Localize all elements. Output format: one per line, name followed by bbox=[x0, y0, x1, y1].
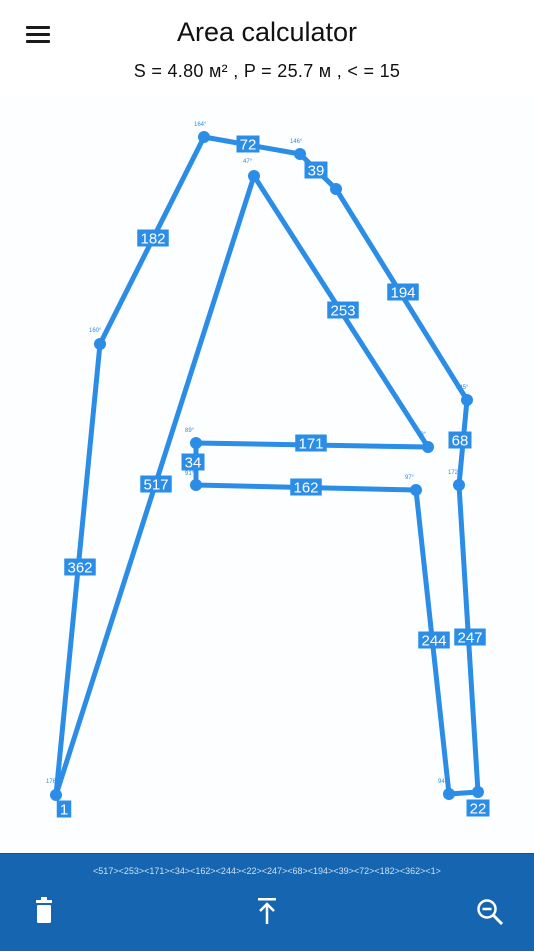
segment-length-text: 39 bbox=[308, 163, 325, 180]
angle-label: 164° bbox=[194, 122, 207, 128]
upload-icon[interactable] bbox=[249, 894, 285, 930]
angle-label: 94° bbox=[438, 779, 448, 785]
segment-length-label: 182 bbox=[137, 229, 169, 248]
angle-label: 89° bbox=[185, 428, 195, 434]
segment-length-text: 247 bbox=[457, 630, 482, 647]
zoom-out-icon[interactable] bbox=[472, 894, 508, 930]
segment-length-text: 22 bbox=[470, 801, 487, 818]
vertex-handle[interactable] bbox=[190, 479, 202, 491]
angle-label: 146° bbox=[290, 139, 303, 145]
segment-length-label: 34 bbox=[181, 453, 205, 472]
angle-label: 91° bbox=[185, 471, 195, 477]
segment-length-label: 39 bbox=[304, 161, 328, 180]
angle-label: 172° bbox=[448, 470, 461, 476]
trash-icon[interactable] bbox=[26, 894, 62, 930]
segment-length-label: 22 bbox=[466, 799, 490, 818]
angle-label: 145° bbox=[456, 385, 469, 391]
segment-length-text: 34 bbox=[185, 455, 202, 472]
segment-length-label: 68 bbox=[448, 431, 472, 450]
segment-length-label: 171 bbox=[295, 434, 327, 453]
vertex-handle[interactable] bbox=[443, 788, 455, 800]
segment-length-text: 362 bbox=[67, 560, 92, 577]
vertex-handle[interactable] bbox=[94, 338, 106, 350]
vertex-handle[interactable] bbox=[50, 789, 62, 801]
vertex-handle[interactable] bbox=[248, 170, 260, 182]
segment-length-label: 253 bbox=[327, 301, 359, 320]
angle-label: 47° bbox=[243, 159, 253, 165]
vertex-handle[interactable] bbox=[453, 479, 465, 491]
segment-length-label: 517 bbox=[140, 475, 172, 494]
angle-label: 59° bbox=[417, 432, 427, 438]
segment-length-text: 182 bbox=[140, 231, 165, 248]
bottom-toolbar: <517><253><171><34><162><244><22><247><6… bbox=[0, 853, 534, 951]
angle-label: 176° bbox=[46, 779, 59, 785]
segment-length-text: 162 bbox=[293, 480, 318, 497]
segment-length-label: 1 bbox=[56, 800, 72, 819]
segment-length-text: 1 bbox=[60, 802, 68, 819]
segment-length-text: 171 bbox=[298, 436, 323, 453]
segment-length-text: 68 bbox=[452, 433, 469, 450]
vertex-handle[interactable] bbox=[472, 786, 484, 798]
segment-length-text: 517 bbox=[143, 477, 168, 494]
vertex-handle[interactable] bbox=[190, 437, 202, 449]
vertex-handle[interactable] bbox=[330, 183, 342, 195]
vertex-handle[interactable] bbox=[198, 131, 210, 143]
segment-sequence: <517><253><171><34><162><244><22><247><6… bbox=[93, 866, 441, 876]
polygon-outline bbox=[53, 134, 481, 797]
page-title: Area calculator bbox=[176, 17, 358, 47]
segment-length-text: 244 bbox=[421, 633, 446, 650]
segment-length-label: 72 bbox=[236, 135, 260, 154]
segment-length-label: 247 bbox=[454, 628, 486, 647]
area-stats: S = 4.80 м² , P = 25.7 м , < = 15 bbox=[133, 61, 401, 81]
segment-length-label: 244 bbox=[418, 631, 450, 650]
angle-label: 160° bbox=[89, 328, 102, 334]
segment-length-text: 253 bbox=[330, 303, 355, 320]
top-bar: Area calculator S = 4.80 м² , P = 25.7 м… bbox=[0, 0, 534, 95]
vertex-handle[interactable] bbox=[294, 148, 306, 160]
angle-label: 97° bbox=[405, 475, 415, 481]
polygon-drawing[interactable]: 176°47°59°89°91°97°94°172°145°146°164°16… bbox=[0, 95, 534, 853]
segment-length-label: 162 bbox=[290, 478, 322, 497]
segment-length-label: 362 bbox=[64, 558, 96, 577]
drawing-canvas[interactable]: 176° 47° 59° 89° 91° 97° 94° 172° 145° 146° 164° 16… bbox=[0, 95, 534, 853]
vertex-handle[interactable] bbox=[410, 484, 422, 496]
vertex-handle[interactable] bbox=[461, 394, 473, 406]
segment-length-text: 194 bbox=[390, 285, 415, 302]
segment-length-label: 194 bbox=[387, 283, 419, 302]
segment-length-text: 72 bbox=[240, 137, 257, 154]
vertex-handle[interactable] bbox=[422, 441, 434, 453]
